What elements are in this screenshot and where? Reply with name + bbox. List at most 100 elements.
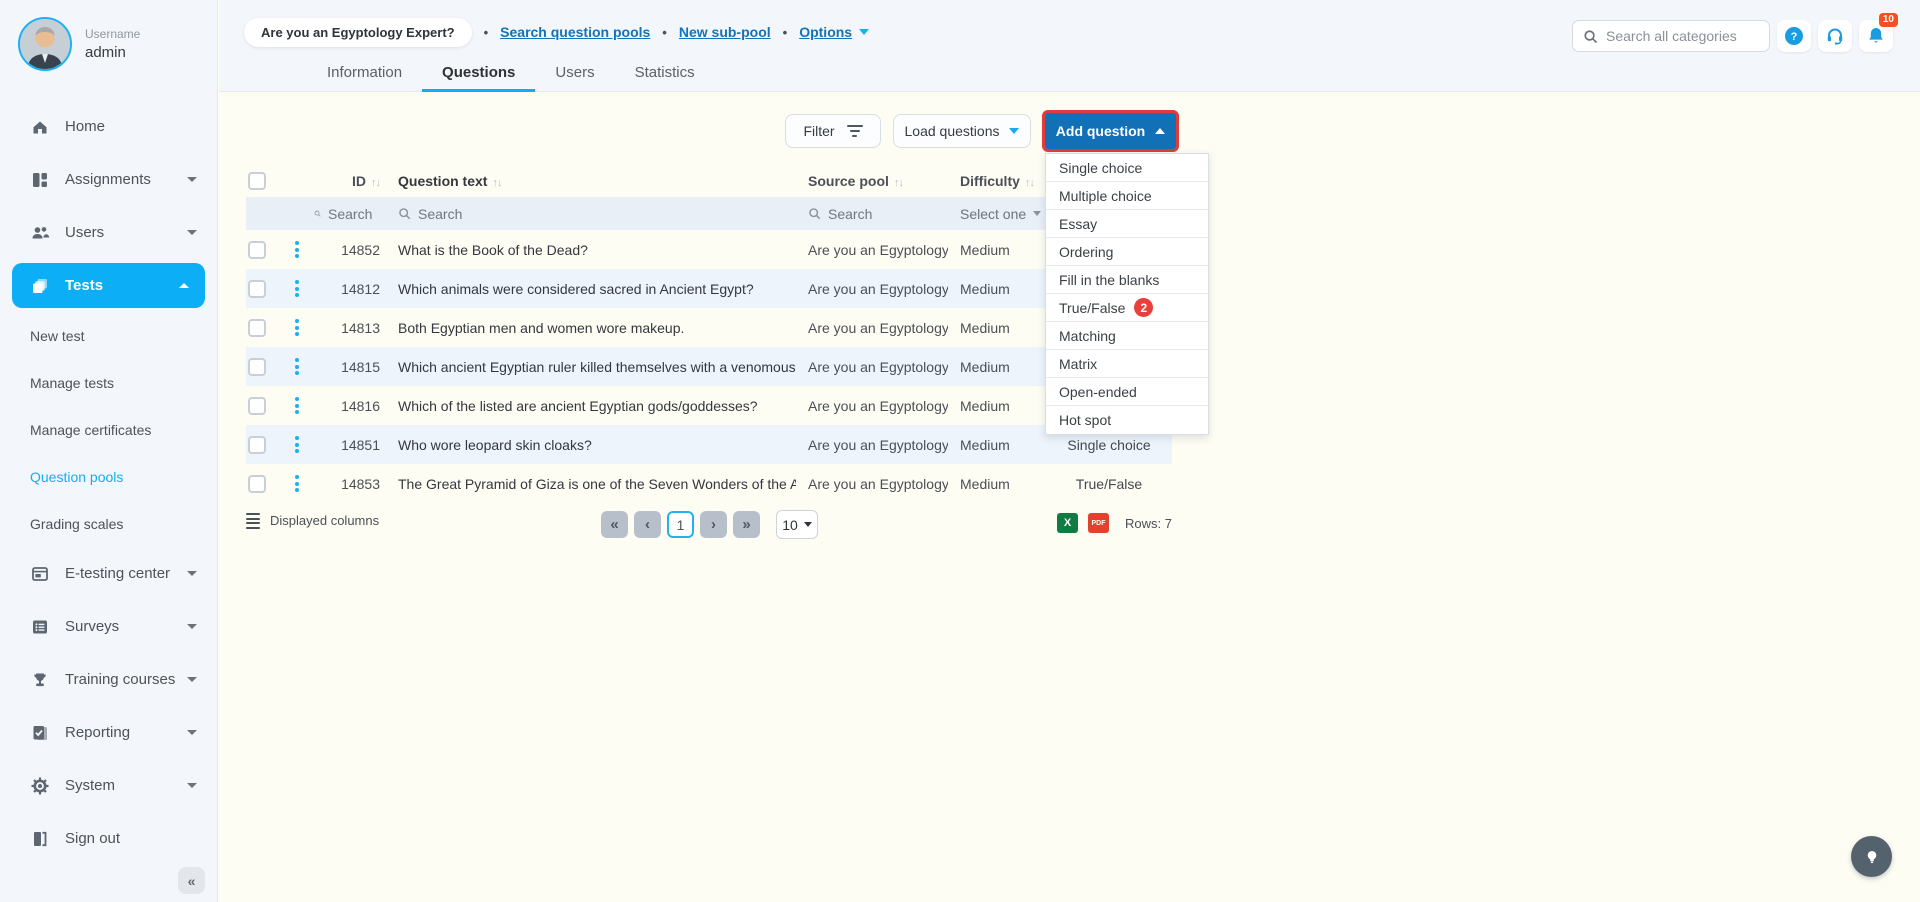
table-row[interactable]: 14816 Which of the listed are ancient Eg…	[246, 386, 1172, 425]
help-button[interactable]: ?	[1777, 20, 1811, 52]
row-checkbox[interactable]	[248, 475, 266, 493]
sidebar-subitem-label: Question pools	[30, 469, 123, 485]
sidebar-item-users[interactable]: Users	[0, 206, 217, 259]
source-pool-filter-input[interactable]	[828, 206, 918, 222]
row-menu-kebab-icon[interactable]	[293, 473, 301, 494]
true-false-count-badge: 2	[1134, 298, 1153, 317]
row-menu-kebab-icon[interactable]	[293, 356, 301, 377]
search-input[interactable]	[1606, 28, 1756, 44]
sidebar-item-label: Tests	[65, 277, 103, 294]
difficulty-filter-select[interactable]: Select one	[960, 206, 1046, 222]
header: Are you an Egyptology Expert? • Search q…	[219, 0, 1920, 92]
options-menu-link[interactable]: Options	[799, 24, 869, 40]
tab-information[interactable]: Information	[307, 54, 422, 92]
menu-item-matrix[interactable]: Matrix	[1046, 350, 1208, 378]
sidebar-subitem-manage-tests[interactable]: Manage tests	[0, 359, 217, 406]
displayed-columns-button[interactable]: Displayed columns	[246, 513, 379, 529]
menu-item-essay[interactable]: Essay	[1046, 210, 1208, 238]
menu-item-matching[interactable]: Matching	[1046, 322, 1208, 350]
sidebar-subitem-grading-scales[interactable]: Grading scales	[0, 500, 217, 547]
row-checkbox[interactable]	[248, 319, 266, 337]
first-page-button[interactable]: «	[601, 511, 628, 538]
table-row[interactable]: 14852 What is the Book of the Dead? Are …	[246, 230, 1172, 269]
tab-statistics[interactable]: Statistics	[615, 54, 715, 92]
etesting-icon	[30, 565, 50, 583]
row-checkbox[interactable]	[248, 358, 266, 376]
column-header-source-pool[interactable]: Source pool↑↓	[796, 173, 948, 189]
menu-item-true-false[interactable]: True/False 2	[1046, 294, 1208, 322]
tips-fab-button[interactable]	[1851, 836, 1892, 877]
sidebar-subitem-question-pools[interactable]: Question pools	[0, 453, 217, 500]
filter-button[interactable]: Filter	[785, 114, 881, 148]
row-menu-kebab-icon[interactable]	[293, 317, 301, 338]
table-row[interactable]: 14815 Which ancient Egyptian ruler kille…	[246, 347, 1172, 386]
avatar	[18, 17, 72, 71]
table-row[interactable]: 14813 Both Egyptian men and women wore m…	[246, 308, 1172, 347]
previous-page-button[interactable]: ‹	[634, 511, 661, 538]
column-header-id[interactable]: ID↑↓	[314, 173, 386, 189]
table-row[interactable]: 14812 Which animals were considered sacr…	[246, 269, 1172, 308]
menu-item-hot-spot[interactable]: Hot spot	[1046, 406, 1208, 434]
search-question-pools-link[interactable]: Search question pools	[500, 24, 650, 40]
row-menu-kebab-icon[interactable]	[293, 239, 301, 260]
row-checkbox[interactable]	[248, 241, 266, 259]
row-menu-kebab-icon[interactable]	[293, 434, 301, 455]
support-button[interactable]	[1818, 20, 1852, 52]
notification-badge: 10	[1879, 13, 1898, 27]
row-menu-kebab-icon[interactable]	[293, 395, 301, 416]
row-checkbox[interactable]	[248, 397, 266, 415]
next-page-button[interactable]: ›	[700, 511, 727, 538]
sidebar-item-system[interactable]: System	[0, 759, 217, 812]
pagination: « ‹ 1 › » 10	[601, 510, 818, 539]
question-text-filter-input[interactable]	[418, 206, 508, 222]
column-header-difficulty[interactable]: Difficulty↑↓	[948, 173, 1046, 189]
current-page-indicator[interactable]: 1	[667, 511, 694, 538]
sidebar-item-assignments[interactable]: Assignments	[0, 153, 217, 206]
sidebar-item-sign-out[interactable]: Sign out	[0, 812, 217, 865]
menu-item-open-ended[interactable]: Open-ended	[1046, 378, 1208, 406]
row-menu-kebab-icon[interactable]	[293, 278, 301, 299]
menu-item-ordering[interactable]: Ordering	[1046, 238, 1208, 266]
sidebar-item-home[interactable]: Home	[0, 100, 217, 153]
id-filter-input[interactable]	[328, 206, 380, 222]
sidebar-item-etesting-center[interactable]: E-testing center	[0, 547, 217, 600]
chevron-up-icon	[179, 283, 189, 288]
lightbulb-icon	[1862, 847, 1882, 867]
export-pdf-icon[interactable]: PDF	[1088, 513, 1109, 533]
filter-label: Filter	[803, 123, 834, 139]
add-question-button[interactable]: Add question	[1042, 110, 1179, 152]
load-questions-button[interactable]: Load questions	[893, 114, 1031, 148]
profile-block[interactable]: Username admin	[0, 0, 217, 71]
notifications-button[interactable]: 10	[1859, 20, 1893, 52]
row-checkbox[interactable]	[248, 280, 266, 298]
trophy-icon	[30, 671, 50, 689]
sidebar-subitem-new-test[interactable]: New test	[0, 312, 217, 359]
last-page-button[interactable]: »	[733, 511, 760, 538]
page-size-select[interactable]: 10	[776, 510, 818, 539]
dot-separator: •	[662, 25, 667, 40]
sidebar-subitem-label: New test	[30, 328, 84, 344]
sidebar-collapse-button[interactable]: «	[178, 867, 205, 894]
global-search-box[interactable]	[1572, 20, 1770, 52]
select-all-checkbox[interactable]	[248, 172, 266, 190]
tab-users[interactable]: Users	[535, 54, 614, 92]
new-sub-pool-link[interactable]: New sub-pool	[679, 24, 771, 40]
column-header-question-text[interactable]: Question text↑↓	[386, 173, 796, 189]
export-excel-icon[interactable]: X	[1057, 513, 1078, 533]
menu-item-fill-in-the-blanks[interactable]: Fill in the blanks	[1046, 266, 1208, 294]
reporting-icon	[30, 724, 50, 742]
sidebar-subitem-manage-certificates[interactable]: Manage certificates	[0, 406, 217, 453]
question-circle-icon: ?	[1784, 26, 1804, 46]
breadcrumb: Are you an Egyptology Expert? • Search q…	[244, 17, 869, 47]
table-row[interactable]: 14853 The Great Pyramid of Giza is one o…	[246, 464, 1172, 503]
chevron-down-icon	[1009, 128, 1019, 134]
sidebar-item-training-courses[interactable]: Training courses	[0, 653, 217, 706]
table-row[interactable]: 14851 Who wore leopard skin cloaks? Are …	[246, 425, 1172, 464]
sidebar-item-tests[interactable]: Tests	[12, 263, 205, 308]
sidebar-item-reporting[interactable]: Reporting	[0, 706, 217, 759]
tab-questions[interactable]: Questions	[422, 54, 535, 92]
menu-item-multiple-choice[interactable]: Multiple choice	[1046, 182, 1208, 210]
row-checkbox[interactable]	[248, 436, 266, 454]
sidebar-item-surveys[interactable]: Surveys	[0, 600, 217, 653]
menu-item-single-choice[interactable]: Single choice	[1046, 154, 1208, 182]
